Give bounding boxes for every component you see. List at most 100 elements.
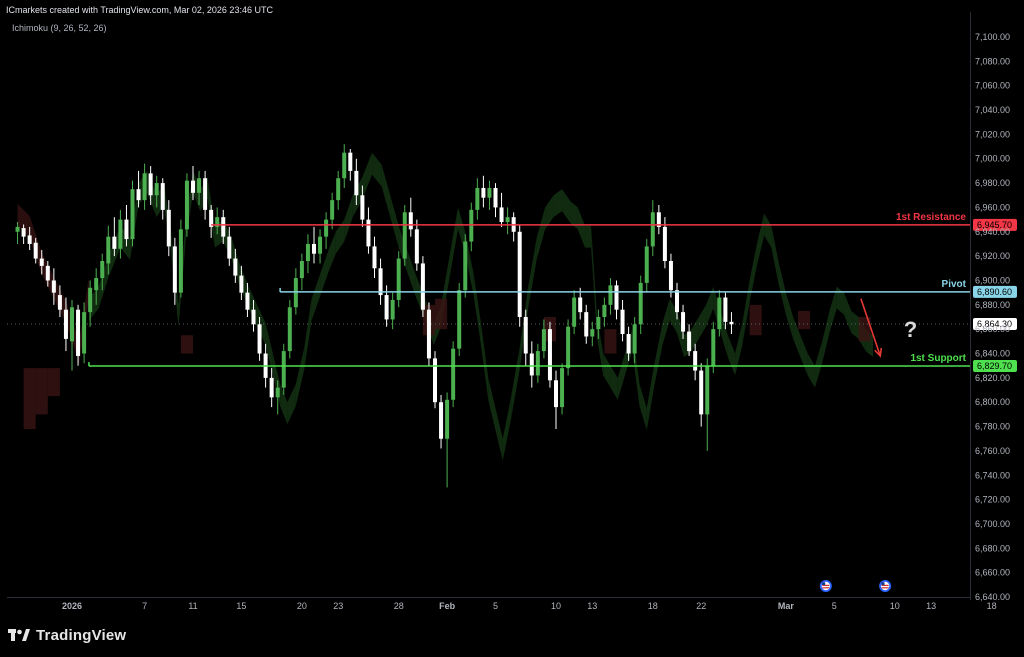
candle-body [554,380,558,408]
ichimoku-cloud-segment [536,207,546,260]
candle-body [39,258,44,266]
y-tick-label: 7,100.00 [975,32,1010,42]
candle-body [221,217,226,237]
chart-frame: 1st Resistance 6,945.70 Pivot 6,890.60 1st S… [0,0,1024,657]
candle-body [699,370,704,415]
candle-body [184,180,189,230]
candle-body [178,229,183,293]
candle-body [711,329,716,366]
candle-body [51,280,56,293]
candle-body [499,207,504,223]
ichimoku-cloud-segment [749,243,757,303]
event-icon-canton [881,582,885,586]
y-tick-label: 6,960.00 [975,202,1010,212]
candle-body [318,236,323,254]
ichimoku-cloud-segment [488,377,496,431]
ichimoku-cloud-segment [511,347,520,419]
candle-body [372,246,377,269]
candle-body [227,236,232,259]
ichimoku-cloud-segment [778,262,786,315]
ichimoku-cloud-segment [727,335,736,376]
ichimoku-cloud-segment [562,189,571,224]
candle-body [650,212,655,247]
ichimoku-cloud-segment [553,189,563,218]
candle-body [330,200,335,220]
ichimoku-cloud-segment [585,225,592,248]
candle-body [203,178,208,210]
y-tick-label: 6,820.00 [975,373,1010,383]
ichimoku-cloud-segment [646,365,655,431]
candle-body [390,299,395,320]
question-mark-annotation: ? [904,317,917,342]
resistance-label: 1st Resistance [896,212,966,223]
candle-body [275,387,280,398]
candle-body [608,285,613,305]
ichimoku-cloud-segment [836,286,844,315]
candle-body [70,307,74,342]
ichimoku-cloud-bear-block [35,368,48,415]
x-tick-label: 20 [297,601,307,611]
x-tick-label: 28 [394,601,404,611]
x-tick-label: 23 [333,601,343,611]
ichimoku-cloud-segment [807,353,815,388]
tradingview-logo-icon [8,629,30,641]
candle-body [172,246,177,293]
ichimoku-cloud-segment [843,292,852,333]
ichimoku-cloud-segment [502,396,512,461]
candle-body [535,351,540,376]
candle-body [245,292,250,310]
candle-body [723,297,728,322]
ichimoku-cloud-segment [698,304,707,339]
y-tick-label: 6,760.00 [975,446,1010,456]
ichimoku-cloud-segment [449,207,458,279]
ichimoku-cloud-bear-block [180,335,193,354]
candle-body [457,290,462,349]
ichimoku-cloud-segment [328,231,336,272]
candle-body [632,324,637,354]
ichimoku-cloud-segment [344,195,353,242]
candle-body [21,228,26,237]
candle-body [662,226,667,261]
candle-body [100,261,105,279]
ichimoku-cloud-segment [372,152,382,187]
ichimoku-cloud-segment [617,353,625,400]
candle-body [451,348,456,400]
candle-body [342,152,347,179]
price-chart[interactable]: 1st Resistance6,945.70Pivot6,890.601st S… [0,0,1024,657]
candle-body [257,324,262,354]
ichimoku-cloud-segment [662,298,670,345]
candle-body [566,326,571,369]
x-tick-label: 7 [142,601,147,611]
candle-body [481,187,486,198]
tradingview-brand[interactable]: TradingView [8,626,126,644]
ichimoku-cloud-segment [362,152,373,199]
candle-body [166,209,171,247]
x-tick-label: 5 [832,601,837,611]
candle-body [493,187,498,208]
event-icon-stripe [881,587,889,589]
x-tick-label: 10 [890,601,900,611]
ichimoku-cloud-segment [603,353,611,388]
candle-body [602,304,607,317]
ichimoku-cloud-bear-block [604,329,617,354]
candle-body [644,246,649,283]
candle-body [88,287,93,313]
candle-body [239,275,244,293]
candle-body [638,282,643,325]
y-tick-label: 6,720.00 [975,495,1010,505]
event-icon-stripe [822,587,830,589]
ichimoku-cloud-bear-block [798,310,811,330]
y-tick-label: 7,040.00 [975,105,1010,115]
ichimoku-cloud-segment [851,310,859,339]
candle-body [681,312,686,332]
x-tick-label: 13 [926,601,936,611]
ichimoku-cloud-segment [495,408,503,461]
candle-body [433,358,437,403]
y-tick-label: 7,060.00 [975,81,1010,91]
candle-body [469,209,474,242]
ichimoku-cloud-bear-block [47,368,60,397]
candle-body [584,312,589,337]
ichimoku-cloud-segment [304,298,312,370]
x-tick-label: Mar [778,601,795,611]
indicator-label[interactable]: Ichimoku (9, 26, 52, 26) [12,23,107,33]
